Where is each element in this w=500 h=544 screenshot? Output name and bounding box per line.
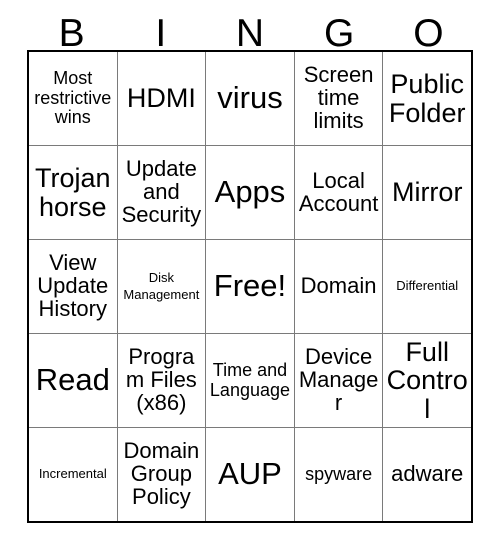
bingo-cell[interactable]: Public Folder [382,50,474,146]
bingo-cell-text: Program Files (x86) [125,344,197,415]
bingo-cell[interactable]: Program Files (x86) [116,333,207,428]
bingo-cell-text: Disk Management [123,269,200,302]
bingo-cell[interactable]: Local Account [293,145,384,240]
bingo-cell[interactable]: Mirror [382,145,474,240]
bingo-cell-text: Device Manager [298,344,379,415]
bingo-row: Most restrictive wins HDMI virus Screen … [26,50,474,146]
bingo-cell[interactable]: Most restrictive wins [26,50,118,146]
bingo-row: Incremental Domain Group Policy AUP spyw… [26,427,474,523]
bingo-row: Read Program Files (x86) Time and Langua… [26,333,474,428]
bingo-cell-text: Update and Security [121,156,202,227]
bingo-cell-text: adware [391,461,464,487]
bingo-cell-text: spyware [305,463,373,484]
bingo-cell[interactable]: HDMI [116,50,207,146]
bingo-cell-text: Screen time limits [303,62,374,133]
bingo-cell-free[interactable]: Free! [205,239,295,334]
bingo-grid: Most restrictive wins HDMI virus Screen … [26,50,474,523]
bingo-cell-text: Mirror [391,177,463,208]
bingo-cell[interactable]: Read [26,333,118,428]
bingo-cell[interactable]: View Update History [26,239,118,334]
bingo-cell[interactable]: Domain [293,239,384,334]
bingo-cell-text: Most restrictive wins [34,68,112,128]
bingo-cell[interactable]: Disk Management [116,239,207,334]
bingo-cell[interactable]: Time and Language [205,333,295,428]
bingo-cell[interactable]: Apps [205,145,295,240]
bingo-cell[interactable]: Device Manager [293,333,384,428]
bingo-cell-text: HDMI [126,83,196,114]
bingo-cell[interactable]: Update and Security [116,145,207,240]
bingo-cell[interactable]: Full Control [382,333,474,428]
bingo-cell-text: Differential [396,278,459,294]
bingo-header-letter-b: B [58,11,85,55]
bingo-cell-text: virus [217,80,283,116]
bingo-cell-text: Public Folder [388,69,466,128]
bingo-cell-text: Full Control [386,337,468,424]
bingo-cell[interactable]: spyware [293,427,384,523]
bingo-header-letter-n: N [235,11,265,55]
bingo-cell-text: View Update History [37,250,109,321]
bingo-cell-text: Local Account [298,167,379,216]
bingo-header-letter-o: O [413,11,444,55]
bingo-cell[interactable]: virus [205,50,295,146]
bingo-cell[interactable]: AUP [205,427,295,523]
bingo-cell-text: Trojan horse [35,163,111,222]
bingo-cell[interactable]: Screen time limits [293,50,384,146]
bingo-cell-text: Incremental [38,466,107,482]
bingo-cell[interactable]: Domain Group Policy [116,427,207,523]
bingo-header-letter-g: G [324,11,355,55]
bingo-cell[interactable]: adware [382,427,474,523]
bingo-cell-text: Time and Language [209,359,291,400]
bingo-cell[interactable]: Incremental [26,427,118,523]
bingo-header: B I N G O [27,0,473,55]
bingo-cell-text: Read [35,362,110,398]
bingo-cell[interactable]: Differential [382,239,474,334]
bingo-cell-text: Free! [213,268,287,304]
bingo-cell[interactable]: Trojan horse [26,145,118,240]
bingo-cell-text: Domain Group Policy [123,438,200,509]
bingo-header-letter-i: I [155,11,167,55]
bingo-card: B I N G O Most restrictive wins HDMI vir… [0,0,500,544]
bingo-cell-text: Domain [300,273,377,299]
bingo-cell-text: AUP [218,456,282,492]
bingo-cell-text: Apps [214,174,286,210]
bingo-row: Trojan horse Update and Security Apps Lo… [26,145,474,240]
bingo-row: View Update History Disk Management Free… [26,239,474,334]
